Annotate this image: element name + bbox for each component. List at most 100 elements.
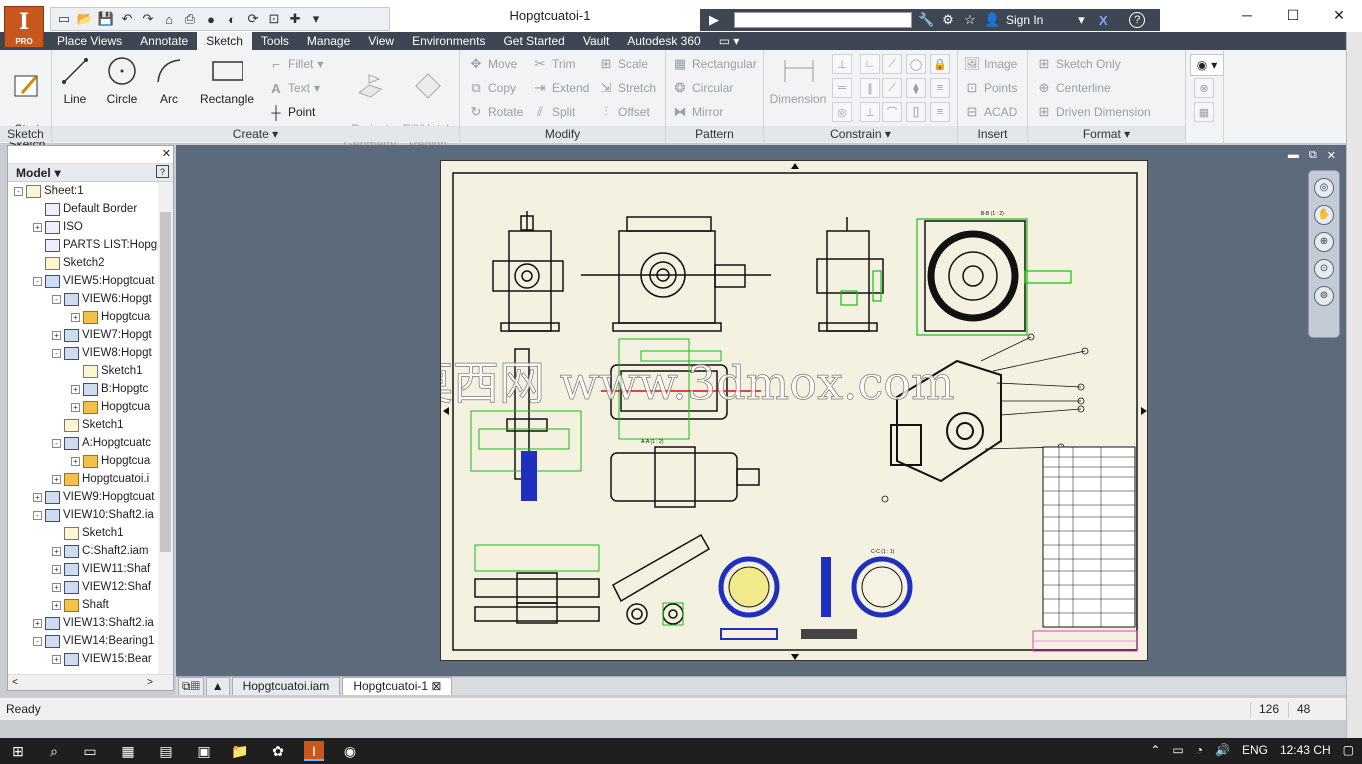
vertical-icon[interactable]: ⟋ <box>882 78 902 98</box>
grid-icon[interactable]: ▦ <box>1194 102 1214 122</box>
rotate-button[interactable]: ↻ Rotate <box>468 104 524 120</box>
constrain-panel-title[interactable]: Constrain ▾ <box>764 126 957 142</box>
lock-icon[interactable]: 🔒 <box>930 54 950 74</box>
expand-icon[interactable]: + <box>52 546 61 556</box>
expand-icon[interactable]: + <box>52 474 61 484</box>
close-button[interactable]: ✕ <box>1316 0 1362 30</box>
browser-header[interactable]: Model ▾ <box>8 164 173 182</box>
point-button[interactable]: ┼ Point <box>268 104 315 120</box>
concentric-icon[interactable]: ◎ <box>832 102 852 122</box>
task-view-icon[interactable]: ▭ <box>80 741 100 761</box>
browser-node[interactable]: + Hopgtcua <box>71 452 150 470</box>
zoom-window-icon[interactable]: ⊚ <box>1314 286 1334 306</box>
customize-icon[interactable]: ▾ <box>307 10 325 28</box>
browser-node[interactable]: + C:Shaft2.iam <box>52 542 148 560</box>
tangent-icon[interactable]: ⌒ <box>882 102 902 122</box>
browser-scroll-thumb[interactable] <box>160 212 171 552</box>
redo-icon[interactable]: ↷ <box>139 10 157 28</box>
mdi-minimize-icon[interactable]: ▬ <box>1288 149 1299 162</box>
home-icon[interactable]: ⌂ <box>160 10 178 28</box>
tab-annotate[interactable]: Annotate <box>131 32 197 50</box>
parallel-icon[interactable]: ∥ <box>860 78 880 98</box>
browser-node[interactable]: - VIEW5:Hopgtcuat <box>33 272 154 290</box>
tray-arrow-icon[interactable]: ⌃ <box>1150 743 1160 757</box>
browser-node[interactable]: Sketch1 <box>52 524 124 542</box>
mirror-button[interactable]: ⧓ Mirror <box>672 104 724 120</box>
application-menu-button[interactable]: I PRO <box>4 6 44 48</box>
create-panel-title[interactable]: Create ▾ <box>52 126 459 142</box>
browser-node[interactable]: + Hopgtcua <box>71 398 150 416</box>
dropdown-icon[interactable]: ▾ <box>1073 12 1089 28</box>
maximize-button[interactable]: ☐ <box>1270 0 1316 30</box>
undo-icon[interactable]: ↶ <box>118 10 136 28</box>
browser-help-icon[interactable]: ? <box>156 165 169 178</box>
collapse-icon[interactable]: - <box>33 510 42 520</box>
tab-manage[interactable]: Manage <box>298 32 359 50</box>
expand-icon[interactable]: + <box>71 312 80 322</box>
favorites-icon[interactable]: ☆ <box>962 12 978 28</box>
driven-dimension-button[interactable]: ⊞ Driven Dimension <box>1036 104 1151 120</box>
expand-icon[interactable]: + <box>71 384 80 394</box>
finish-sketch-dropdown[interactable]: ◉ ▾ <box>1190 54 1224 76</box>
equal-icon[interactable]: [] <box>906 102 926 122</box>
browser-node[interactable]: - VIEW8:Hopgt <box>52 344 152 362</box>
calculator-icon[interactable]: ▦ <box>118 741 138 761</box>
panel-options-icon[interactable]: ▭ ▾ <box>710 32 749 50</box>
collapse-icon[interactable]: - <box>14 186 23 196</box>
browser-node[interactable]: + VIEW7:Hopgt <box>52 326 152 344</box>
subscription-icon[interactable]: ⚙ <box>940 12 956 28</box>
expand-icon[interactable]: + <box>71 402 80 412</box>
sign-in-link[interactable]: Sign In <box>1006 13 1043 27</box>
expand-icon[interactable]: + <box>71 456 80 466</box>
windows-start-icon[interactable]: ⊞ <box>8 741 28 761</box>
image-button[interactable]: 🖼 Image <box>964 56 1018 72</box>
text-button[interactable]: A Text ▾ <box>268 80 320 96</box>
tab-vault[interactable]: Vault <box>574 32 618 50</box>
zoom-icon[interactable]: ⊕ <box>1314 232 1334 252</box>
update-icon[interactable]: ⟳ <box>244 10 262 28</box>
browser-node[interactable]: - VIEW14:Bearing1 <box>33 632 154 650</box>
zoom-all-icon[interactable]: ⊙ <box>1314 259 1334 279</box>
browser-node[interactable]: + VIEW15:Bear <box>52 650 152 668</box>
expand-icon[interactable]: + <box>52 600 61 610</box>
dimension-button[interactable]: Dimension <box>766 54 830 107</box>
minimize-button[interactable]: ─ <box>1224 0 1270 30</box>
app-icon[interactable]: ▣ <box>194 741 214 761</box>
material-icon[interactable]: ● <box>202 10 220 28</box>
circle-button[interactable]: Circle <box>102 54 142 107</box>
acad-button[interactable]: ⊟ ACAD <box>964 104 1018 120</box>
expand-icon[interactable]: + <box>52 330 61 340</box>
browser-node[interactable]: + Hopgtcuatoi.i <box>52 470 149 488</box>
tabs-menu-icon[interactable]: ▲ <box>205 677 230 695</box>
browser-node[interactable]: - A:Hopgtcuatc <box>52 434 151 452</box>
notes-icon[interactable]: ▤ <box>156 741 176 761</box>
points-button[interactable]: ⊡ Points <box>964 80 1018 96</box>
browser-node[interactable]: + VIEW13:Shaft2.ia <box>33 614 154 632</box>
collapse-icon[interactable]: - <box>52 438 61 448</box>
exchange-icon[interactable]: X <box>1095 13 1111 28</box>
browser-vertical-scrollbar[interactable] <box>158 182 173 674</box>
browser-node[interactable]: Default Border <box>33 200 137 218</box>
select-icon[interactable]: ⊡ <box>265 10 283 28</box>
volume-icon[interactable]: 🔊 <box>1215 743 1230 757</box>
search-input[interactable] <box>734 12 912 28</box>
split-button[interactable]: ⫽ Split <box>532 104 575 120</box>
browser-node[interactable]: Sketch1 <box>52 416 124 434</box>
show-constraints-icon[interactable]: ≡ <box>930 78 950 98</box>
open-icon[interactable]: 📂 <box>76 10 94 28</box>
binoculars-icon[interactable]: 🔧 <box>918 12 934 28</box>
graphics-window[interactable]: ▬ ⧉ ✕ B-B (1: 2) C-C (1: 1) A-A (1: 2… <box>176 145 1346 676</box>
move-button[interactable]: ✥ Move <box>468 56 518 72</box>
notifications-icon[interactable]: ▢ <box>1343 743 1354 757</box>
line-button[interactable]: Line <box>56 54 94 107</box>
battery-icon[interactable]: ▭ <box>1172 743 1183 757</box>
browser-node[interactable]: + B:Hopgtc <box>71 380 148 398</box>
language-indicator[interactable]: ENG <box>1242 743 1268 757</box>
browser-node[interactable]: + VIEW9:Hopgtcuat <box>33 488 154 506</box>
construction-icon[interactable]: ⊗ <box>1194 78 1214 98</box>
mdi-restore-icon[interactable]: ⧉ <box>1309 149 1317 162</box>
collinear-icon[interactable]: ═ <box>832 78 852 98</box>
collapse-icon[interactable]: - <box>33 276 42 286</box>
collapse-icon[interactable]: - <box>52 294 61 304</box>
format-panel-title[interactable]: Format ▾ <box>1028 126 1185 142</box>
